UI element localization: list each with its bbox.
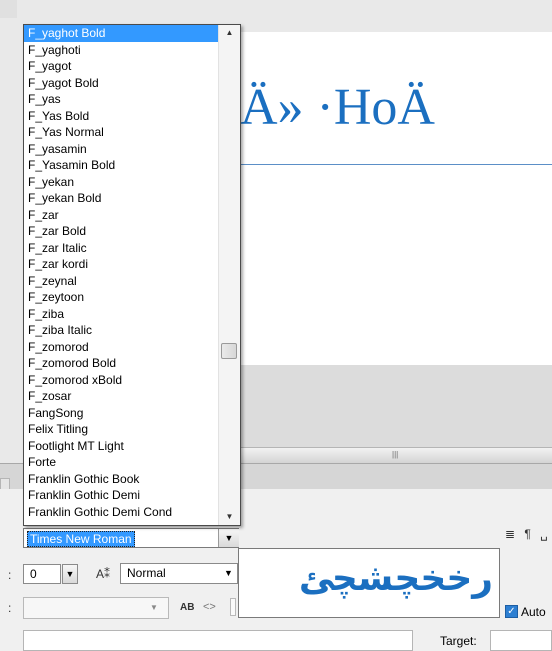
font-dropdown-list[interactable]: F_yaghot Bold F_yaghoti F_yagot F_yagot Bol… — [23, 24, 241, 526]
link-input[interactable] — [23, 630, 413, 651]
ab-format-icon[interactable]: AB — [180, 600, 194, 616]
font-preview-popup: رخخچشچئ — [238, 548, 500, 618]
scroll-down-arrow-icon[interactable]: ▼ — [219, 509, 240, 525]
spacing-dropdown-button[interactable]: ▼ — [220, 564, 237, 583]
font-list-item[interactable]: F_yaghot Bold — [24, 25, 218, 42]
font-list-item[interactable]: F_zar kordi — [24, 256, 218, 273]
chevron-down-icon: ▼ — [224, 568, 233, 578]
font-list-item[interactable]: F_zomorod xBold — [24, 372, 218, 389]
font-list-item[interactable]: Franklin Gothic Demi — [24, 487, 218, 504]
font-preview-text: رخخچشچئ — [298, 558, 493, 599]
font-list-item[interactable]: F_zeytoon — [24, 289, 218, 306]
scrollbar-grip-icon[interactable]: ||| — [392, 451, 404, 459]
vertical-scrollbar[interactable]: ▲ ▼ — [218, 25, 240, 525]
font-list-item[interactable]: F_Yas Normal — [24, 124, 218, 141]
check-icon: ✓ — [507, 606, 516, 617]
chevron-down-icon: ▼ — [224, 533, 234, 543]
font-list-item[interactable]: Franklin Gothic Demi Cond — [24, 504, 218, 521]
font-list-item[interactable]: F_zeynal — [24, 273, 218, 290]
font-list-item[interactable]: F_yas — [24, 91, 218, 108]
bracket-icon: : — [8, 568, 12, 582]
font-list-item[interactable]: F_zomorod Bold — [24, 355, 218, 372]
font-list-item[interactable]: F_zar Italic — [24, 240, 218, 257]
canvas-guide-line — [238, 164, 552, 165]
font-list-item[interactable]: F_ziba Italic — [24, 322, 218, 339]
font-list-item[interactable]: F_Yasamin Bold — [24, 157, 218, 174]
style-combo[interactable] — [23, 597, 169, 619]
font-list-item[interactable]: Footlight MT Light — [24, 438, 218, 455]
font-size-dropdown-button[interactable]: ▼ — [62, 564, 78, 584]
font-list-item[interactable]: F_zosar — [24, 388, 218, 405]
font-list-item[interactable]: F_yaghoti — [24, 42, 218, 59]
font-family-value[interactable]: Times New Roman — [27, 531, 135, 547]
font-size-field[interactable]: 0 — [23, 564, 61, 584]
font-list-item[interactable]: Franklin Gothic Book — [24, 471, 218, 488]
font-list-item[interactable]: F_yagot Bold — [24, 75, 218, 92]
chevron-down-icon[interactable]: ▼ — [150, 600, 158, 616]
bracket-icon: : — [8, 601, 12, 615]
font-list-item[interactable]: F_ziba — [24, 306, 218, 323]
font-list-item[interactable]: Felix Titling — [24, 421, 218, 438]
font-dropdown-button[interactable]: ▼ — [218, 529, 239, 547]
target-field[interactable] — [490, 630, 552, 651]
scrollbar-thumb[interactable] — [221, 343, 237, 359]
font-list-item[interactable]: FangSong — [24, 405, 218, 422]
auto-checkbox[interactable]: ✓ — [505, 605, 518, 618]
canvas-text[interactable]: Ä» ·HoÄ — [240, 52, 552, 164]
font-list-item[interactable]: F_Yas Bold — [24, 108, 218, 125]
auto-label: Auto — [521, 605, 546, 619]
font-list-item[interactable]: F_yasamin — [24, 141, 218, 158]
direction-icon[interactable]: <> — [203, 599, 216, 615]
font-list-item[interactable]: F_zomorod — [24, 339, 218, 356]
font-list-item[interactable]: F_zar — [24, 207, 218, 224]
font-list-item[interactable]: F_yagot — [24, 58, 218, 75]
paragraph-icons[interactable]: ≣ ¶ ␣ — [505, 526, 551, 542]
font-list-item[interactable]: F_yekan — [24, 174, 218, 191]
target-label: Target: — [440, 634, 477, 648]
stage-pasteboard — [238, 365, 552, 447]
font-list-item[interactable]: F_zar Bold — [24, 223, 218, 240]
chevron-down-icon: ▼ — [65, 569, 75, 579]
font-list-item[interactable]: Forte — [24, 454, 218, 471]
scroll-up-arrow-icon[interactable]: ▲ — [219, 25, 240, 41]
font-list-items: F_yaghot Bold F_yaghoti F_yagot F_yagot Bol… — [24, 25, 218, 520]
kerning-icon: A⁑ — [96, 567, 111, 581]
top-left-strip — [0, 0, 17, 18]
font-list-item[interactable]: F_yekan Bold — [24, 190, 218, 207]
toolbar-separator — [230, 598, 236, 616]
